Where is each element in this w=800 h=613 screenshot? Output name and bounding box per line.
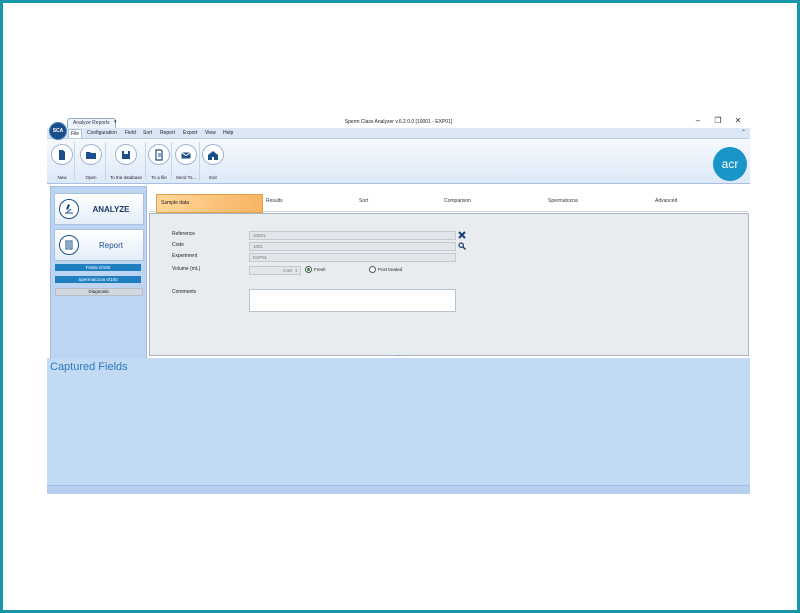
open-folder-icon [80, 144, 102, 165]
menu-bar: File Configuration Field Sort Report Exp… [47, 128, 750, 139]
radio-post-treated-label: Post treated [378, 267, 403, 272]
exit-button[interactable]: Exit [201, 142, 225, 180]
to-database-button-label: To the database [109, 175, 143, 180]
captured-fields-title: Captured Fields [50, 361, 128, 373]
reference-label: Reference [172, 231, 196, 237]
menu-view[interactable]: View [203, 129, 218, 137]
menu-export[interactable]: Export [181, 129, 199, 137]
left-panel: ANALYZE Report Fields 0/100 Spermatozoa … [50, 186, 147, 359]
menu-help[interactable]: Help [221, 129, 235, 137]
exit-button-label: Exit [209, 175, 217, 180]
new-button-label: New [57, 175, 67, 180]
fields-status-bar: Fields 0/100 [55, 264, 141, 271]
save-disk-icon [115, 144, 137, 165]
radio-fresh-indicator [305, 266, 312, 273]
bottom-status-strip [47, 485, 750, 494]
to-database-button[interactable]: To the database [107, 142, 146, 180]
stepper-arrows-icon[interactable]: ⇕ [295, 267, 298, 274]
microscope-icon [59, 199, 79, 219]
send-to-button-label: Send To... [175, 175, 197, 180]
close-button[interactable]: ✕ [729, 116, 747, 125]
tab-results[interactable]: Results [266, 198, 283, 204]
tab-spermatozoa[interactable]: Spermatozoa [548, 198, 578, 204]
tab-sort[interactable]: Sort [359, 198, 368, 204]
restore-button[interactable]: ❐ [709, 116, 727, 125]
acr-brand-logo: acr [713, 147, 747, 181]
clear-x-icon[interactable] [458, 231, 466, 239]
tab-strip: Sample data Results Sort Comparison Sper… [150, 192, 748, 213]
radio-post-treated-indicator [369, 266, 376, 273]
volume-value: 0.50 [283, 268, 292, 273]
open-button[interactable]: Open [77, 142, 106, 180]
menu-field[interactable]: Field [123, 129, 138, 137]
minimize-button[interactable]: – [689, 116, 707, 125]
report-button[interactable]: Report [54, 229, 144, 261]
volume-label: Volume (mL) [172, 266, 201, 272]
spermatozoa-status-bar: Spermatozoa 0/100 [55, 276, 141, 283]
new-document-icon [51, 144, 73, 165]
mail-icon [175, 144, 197, 165]
volume-stepper[interactable]: 0.50 ⇕ [249, 266, 301, 275]
application-window: Analyze Reports ▾ Sperm Class Analyzer v… [47, 114, 750, 494]
collapse-ribbon-icon[interactable]: ⌃ [741, 129, 746, 136]
captured-fields-area: Captured Fields [47, 358, 750, 485]
file-export-icon [148, 144, 170, 165]
ribbon-toolbar: New Open To the database To a file Send … [47, 139, 750, 184]
code-label: Code [172, 242, 184, 248]
menu-configuration[interactable]: Configuration [85, 129, 119, 137]
title-bar: Analyze Reports ▾ Sperm Class Analyzer v… [47, 114, 750, 128]
diagnostic-button[interactable]: Diagnostic [55, 288, 143, 296]
app-logo[interactable]: SCA [49, 122, 67, 140]
menu-sort[interactable]: Sort [141, 129, 154, 137]
comments-label: Comments [172, 289, 197, 295]
radio-fresh-label: Fresh [314, 267, 326, 272]
tab-sample-data[interactable]: Sample data [156, 194, 263, 213]
home-icon [202, 144, 224, 165]
experiment-label: Experiment [172, 253, 198, 259]
menu-file[interactable]: File [68, 129, 83, 138]
reference-field[interactable]: 10001 [249, 231, 456, 240]
send-to-button[interactable]: Send To... [173, 142, 200, 180]
report-label: Report [98, 240, 123, 250]
window-title: Sperm Class Analyzer v.6.2.0.0 [10001 - … [344, 119, 453, 125]
menu-report[interactable]: Report [158, 129, 177, 137]
tab-advanced[interactable]: Advanced [655, 198, 677, 204]
to-file-button[interactable]: To a file [147, 142, 172, 180]
radio-post-treated[interactable]: Post treated [369, 266, 402, 273]
to-file-button-label: To a file [151, 175, 167, 180]
new-button[interactable]: New [50, 142, 75, 180]
radio-fresh[interactable]: Fresh [305, 266, 326, 273]
code-field[interactable]: 1001 [249, 242, 456, 251]
analyze-label: ANALYZE [92, 204, 130, 214]
report-document-icon [59, 235, 79, 255]
experiment-field[interactable]: EXP01 [249, 253, 456, 262]
search-icon[interactable] [458, 242, 466, 250]
comments-textarea[interactable] [249, 289, 456, 312]
tab-comparison[interactable]: Comparison [444, 198, 471, 204]
sample-data-panel: Reference 10001 Code 1001 Experiment EXP… [149, 213, 749, 356]
analyze-button[interactable]: ANALYZE [54, 193, 144, 225]
open-button-label: Open [85, 175, 97, 180]
